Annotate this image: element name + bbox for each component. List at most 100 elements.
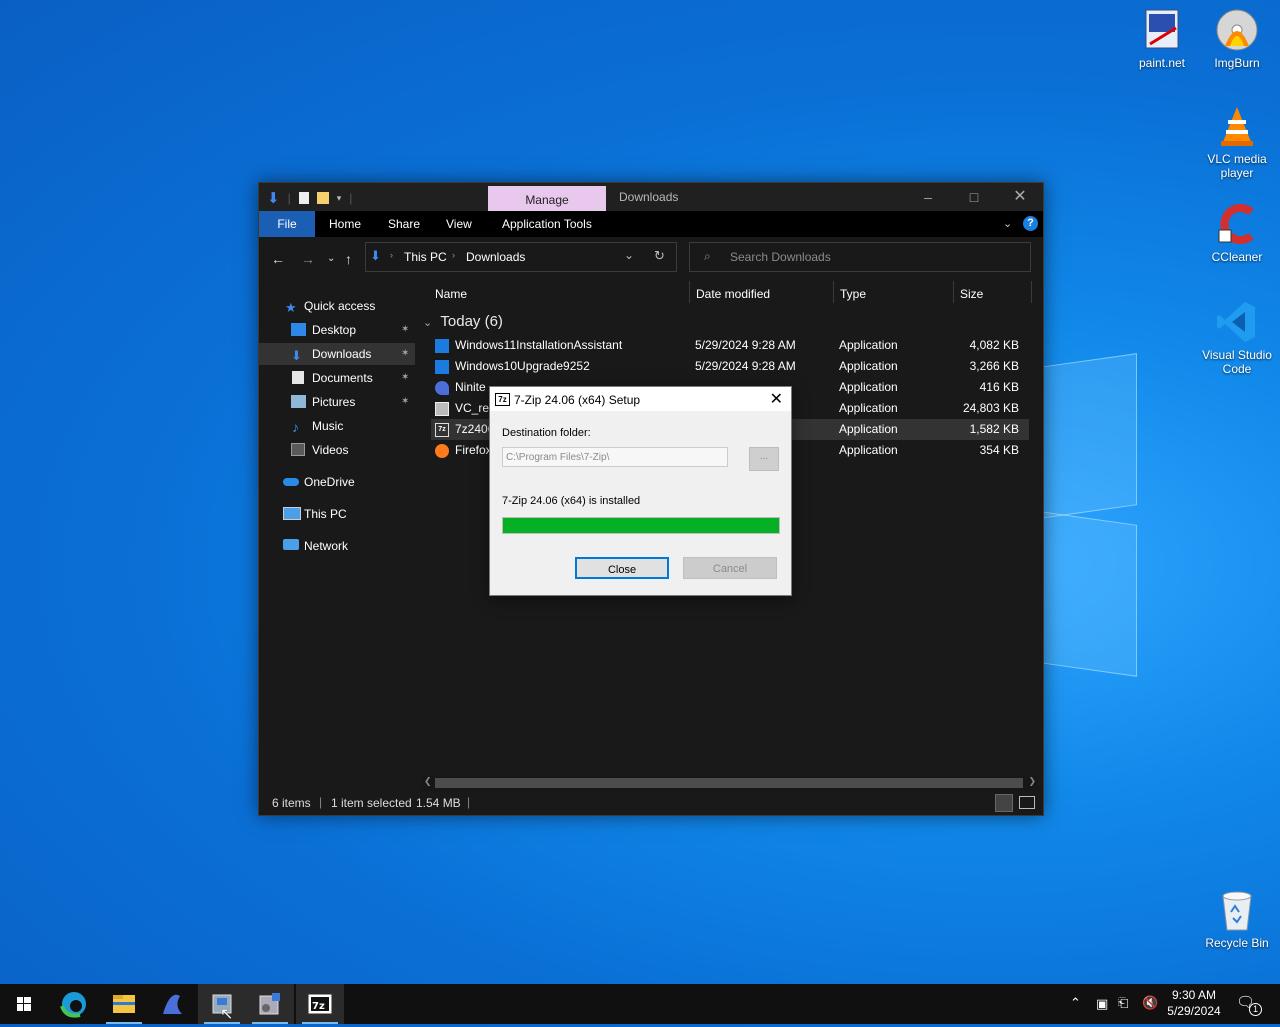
close-window-button[interactable]: ✕ <box>997 183 1043 211</box>
scrollbar-thumb[interactable] <box>435 778 1023 788</box>
taskbar-installer[interactable]: ↖ <box>198 984 246 1024</box>
horizontal-scrollbar[interactable]: ❮ ❯ <box>421 775 1039 791</box>
installer-icon <box>435 402 449 416</box>
explorer-titlebar[interactable]: ⬇ | ▾ | Manage Downloads – □ ✕ <box>259 183 1043 211</box>
status-bar: 6 items | 1 item selected 1.54 MB | <box>259 791 1043 815</box>
desktop-icon-ccleaner[interactable]: CCleaner <box>1199 202 1275 264</box>
search-box[interactable]: ⌕ Search Downloads <box>689 242 1031 272</box>
vscode-icon <box>1215 300 1259 344</box>
tab-application-tools[interactable]: Application Tools <box>502 211 592 237</box>
tab-home[interactable]: Home <box>329 211 361 237</box>
start-button[interactable] <box>0 984 48 1024</box>
nav-downloads[interactable]: ⬇ Downloads ✶ <box>259 343 415 365</box>
notification-center-button[interactable]: 🗨 1 <box>1236 993 1262 1016</box>
scroll-right-icon[interactable]: ❯ <box>1028 776 1036 787</box>
close-button[interactable]: Close <box>575 557 669 579</box>
pin-icon[interactable]: ✶ <box>401 391 409 413</box>
computer-icon <box>283 507 301 520</box>
properties-icon[interactable] <box>298 192 309 204</box>
address-bar[interactable]: ⬇ › This PC › Downloads ⌄ ↻ <box>365 242 677 272</box>
nav-onedrive[interactable]: OneDrive <box>259 471 415 493</box>
refresh-icon[interactable]: ↻ <box>654 248 665 264</box>
vlc-icon <box>1215 104 1259 148</box>
status-item-count: 6 items <box>272 796 311 810</box>
column-divider[interactable] <box>1031 281 1032 303</box>
pin-icon[interactable]: ✶ <box>401 343 409 365</box>
address-dropdown-icon[interactable]: ⌄ <box>624 248 634 262</box>
folder-icon <box>113 995 135 1013</box>
nav-network[interactable]: Network <box>259 535 415 557</box>
tab-file[interactable]: File <box>259 211 315 237</box>
desktop-icon-label: CCleaner <box>1211 250 1263 264</box>
pin-icon[interactable]: ✶ <box>401 319 409 341</box>
qat-dropdown-icon[interactable]: ▾ <box>337 193 342 204</box>
breadcrumb-downloads[interactable]: Downloads <box>466 250 525 264</box>
column-divider[interactable] <box>689 281 690 303</box>
breadcrumb-this-pc[interactable]: This PC <box>404 250 447 264</box>
desktop-icon-label: Recycle Bin <box>1205 936 1269 950</box>
star-icon: ★ <box>285 300 297 315</box>
column-divider[interactable] <box>833 281 834 303</box>
tray-network[interactable]: ⎗ <box>1118 995 1128 1013</box>
clock[interactable]: 9:30 AM 5/29/2024 <box>1162 987 1226 1027</box>
column-type[interactable]: Type <box>840 287 866 301</box>
download-arrow-icon: ⬇ <box>267 190 280 207</box>
desktop-icon-recycle-bin[interactable]: Recycle Bin <box>1199 888 1275 950</box>
network-icon <box>283 539 299 550</box>
scroll-left-icon[interactable]: ❮ <box>424 776 432 787</box>
column-name[interactable]: Name <box>435 287 467 301</box>
taskbar-ninite[interactable] <box>148 984 196 1024</box>
tab-view[interactable]: View <box>446 211 472 237</box>
desktop-icon-vlc[interactable]: VLC media player <box>1199 104 1275 180</box>
help-icon[interactable]: ? <box>1023 216 1038 231</box>
ribbon-expand-icon[interactable]: ⌄ <box>1003 211 1012 237</box>
pin-icon[interactable]: ✶ <box>401 367 409 389</box>
progress-fill <box>503 518 779 533</box>
cancel-button[interactable]: Cancel <box>683 557 777 579</box>
nav-desktop[interactable]: Desktop ✶ <box>259 319 415 341</box>
desktop-icon-label: VLC media player <box>1207 152 1267 180</box>
taskbar-7zip[interactable]: 7z <box>296 984 344 1024</box>
nav-music[interactable]: ♪ Music <box>259 415 415 437</box>
dialog-titlebar[interactable]: 7z 7-Zip 24.06 (x64) Setup ✕ <box>490 387 791 411</box>
tab-share[interactable]: Share <box>388 211 420 237</box>
show-hidden-icons[interactable]: ⌃ <box>1070 995 1081 1013</box>
nav-videos[interactable]: Videos <box>259 439 415 461</box>
minimize-button[interactable]: – <box>905 183 951 211</box>
desktop-icon-imgburn[interactable]: ImgBurn <box>1199 8 1275 70</box>
column-divider[interactable] <box>953 281 954 303</box>
desktop-icon-paintnet[interactable]: paint.net <box>1124 8 1200 70</box>
large-icons-view-icon[interactable] <box>1019 796 1035 809</box>
details-view-icon[interactable] <box>995 794 1013 812</box>
group-header-today[interactable]: ⌄ Today (6) <box>423 313 503 330</box>
tab-manage[interactable]: Manage <box>488 186 606 211</box>
desktop-icon-vscode[interactable]: Visual Studio Code <box>1199 300 1275 376</box>
taskbar-edge[interactable] <box>50 984 98 1024</box>
table-row[interactable]: Windows10Upgrade9252 5/29/2024 9:28 AM A… <box>431 356 1029 377</box>
table-row[interactable]: Windows11InstallationAssistant 5/29/2024… <box>431 335 1029 356</box>
dialog-title: 7-Zip 24.06 (x64) Setup <box>514 393 641 407</box>
taskbar-setup[interactable] <box>246 984 294 1024</box>
browse-button[interactable]: ... <box>749 447 779 471</box>
taskbar-file-explorer[interactable] <box>100 984 148 1024</box>
chevron-up-icon: ⌃ <box>1070 995 1081 1010</box>
nav-this-pc[interactable]: This PC <box>259 503 415 525</box>
quick-access-toolbar: ⬇ | ▾ | <box>267 190 353 207</box>
nav-pictures[interactable]: Pictures ✶ <box>259 391 415 413</box>
destination-folder-input[interactable]: C:\Program Files\7-Zip\ <box>502 447 728 467</box>
close-icon[interactable]: ✕ <box>770 389 783 409</box>
maximize-button[interactable]: □ <box>951 183 997 211</box>
recent-locations-icon[interactable]: ⌄ <box>327 253 335 264</box>
back-arrow-icon[interactable]: ← <box>271 251 285 267</box>
column-size[interactable]: Size <box>960 287 983 301</box>
nav-documents[interactable]: Documents ✶ <box>259 367 415 389</box>
column-date-modified[interactable]: Date modified <box>696 287 770 301</box>
tray-volume[interactable]: 🔇 <box>1142 995 1158 1013</box>
imgburn-icon <box>1215 8 1259 52</box>
up-arrow-icon[interactable]: ↑ <box>345 251 352 267</box>
nav-quick-access[interactable]: ★ Quick access <box>259 295 415 317</box>
new-folder-icon[interactable] <box>316 192 329 204</box>
tray-meet-now[interactable]: ▣ <box>1096 996 1108 1014</box>
destination-folder-label: Destination folder: <box>502 427 591 439</box>
forward-arrow-icon[interactable]: → <box>301 251 315 267</box>
